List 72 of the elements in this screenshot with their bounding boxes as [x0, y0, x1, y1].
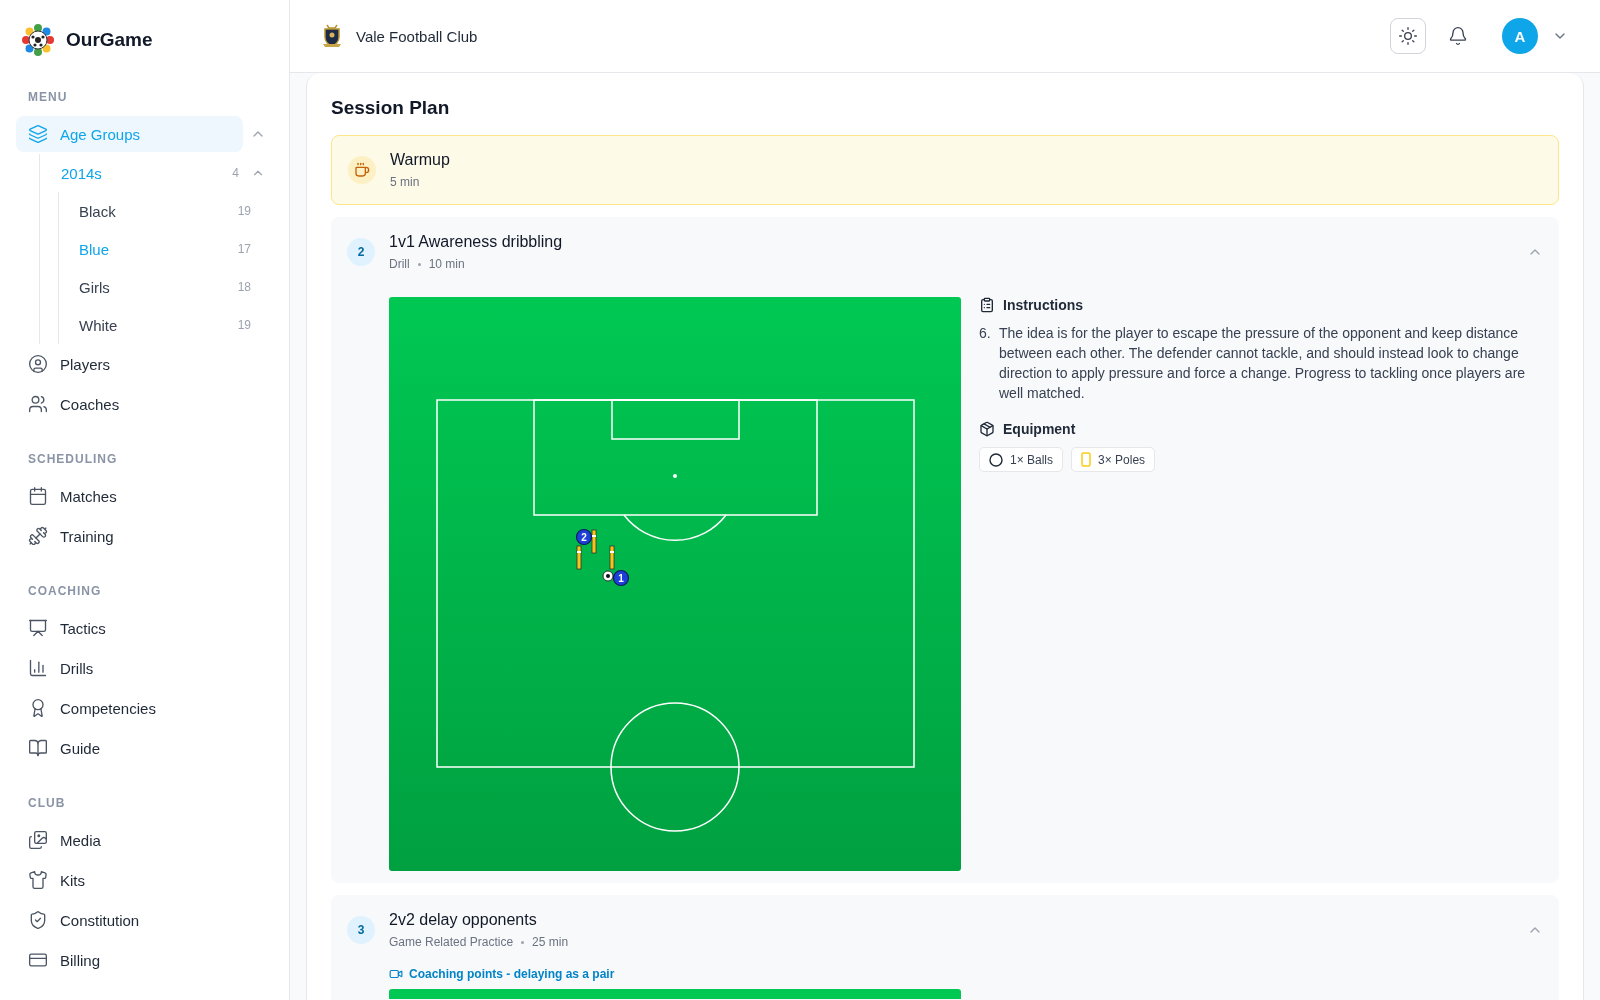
drill-duration: 10 min — [428, 257, 465, 271]
nav-item[interactable]: Training — [16, 518, 273, 554]
user-circle-icon — [28, 354, 48, 374]
nav-item[interactable]: Billing — [16, 942, 273, 978]
drill-number: 3 — [347, 916, 375, 944]
shirt-icon — [28, 870, 48, 890]
drill-number: 2 — [347, 238, 375, 266]
equipment-heading: Equipment — [1003, 421, 1076, 437]
nav-item[interactable]: Tactics — [16, 610, 273, 646]
separator-dot-icon — [521, 940, 525, 944]
calendar-icon — [28, 486, 48, 506]
presentation-board-icon — [28, 618, 48, 638]
ball-icon[interactable] — [602, 570, 614, 582]
instruction-text: The idea is for the player to escape the pressure of the opponent and keep distance between each other. The defender cannot tackle, and should instead look to change direction to apply pressure and force a change. Progress to tackling once players are well matched. — [999, 324, 1527, 403]
count: 19 — [237, 204, 251, 218]
nav-item[interactable]: Players — [16, 346, 273, 382]
bell-icon — [1448, 26, 1468, 46]
drill-title: 1v1 Awareness dribbling — [389, 233, 563, 251]
separator-dot-icon — [417, 262, 421, 266]
package-icon — [979, 421, 995, 437]
drill-type: Drill — [389, 257, 410, 271]
section-title: COACHING — [27, 584, 103, 598]
step-number: 6. — [979, 324, 992, 343]
clipboard-icon — [979, 297, 995, 313]
block-title: Warmup — [390, 151, 450, 169]
video-icon — [389, 967, 403, 981]
nav-item[interactable]: Guide — [16, 730, 273, 766]
section-title: MENU — [27, 90, 69, 104]
section-title: CLUB — [27, 796, 67, 810]
crest-icon — [322, 23, 342, 49]
block-duration: 5 min — [390, 175, 421, 189]
nav-item[interactable]: Media — [16, 822, 273, 858]
count: 18 — [237, 280, 251, 294]
count: 17 — [237, 242, 251, 256]
circle-icon — [989, 452, 1003, 467]
app-name: OurGame — [66, 29, 153, 51]
images-icon — [28, 830, 48, 850]
equipment-chip: 3× Poles — [1071, 447, 1156, 472]
team-item[interactable]: Girls 18 — [59, 268, 273, 306]
nav-item[interactable]: Matches — [16, 478, 273, 514]
nav-item[interactable]: Constitution — [16, 902, 273, 938]
player-number: 1 — [618, 572, 624, 584]
video-link[interactable]: Coaching points - delaying as a pair — [389, 967, 1543, 981]
dumbbell-icon — [28, 526, 48, 546]
drill-duration: 25 min — [532, 935, 569, 949]
bar-chart-icon — [28, 658, 48, 678]
drill-type: Game Related Practice — [389, 935, 514, 949]
count: 4 — [232, 166, 239, 180]
nav-item[interactable]: Kits — [16, 862, 273, 898]
drill-title: 2v2 delay opponents — [389, 911, 538, 929]
equipment-chip: 1× Balls — [979, 447, 1064, 472]
users-icon — [28, 394, 48, 414]
instructions-heading: Instructions — [1003, 297, 1084, 313]
pole-icon — [1081, 452, 1092, 467]
pole-icon[interactable] — [591, 529, 597, 554]
player-number: 2 — [581, 531, 587, 543]
team-item[interactable]: Black 19 — [59, 192, 273, 230]
page-title: Session Plan — [331, 97, 451, 119]
shield-icon — [28, 910, 48, 930]
nav-item[interactable]: Drills — [16, 650, 273, 686]
coffee-icon — [348, 156, 376, 184]
sun-icon — [1398, 26, 1418, 46]
book-icon — [28, 738, 48, 758]
count: 19 — [237, 318, 251, 332]
layers-icon — [28, 124, 48, 144]
team-item[interactable]: White 19 — [59, 306, 273, 344]
nav-item[interactable]: Competencies — [16, 690, 273, 726]
club-name: Vale Football Club — [356, 27, 479, 45]
logo-icon — [22, 24, 54, 56]
theme-toggle-button[interactable] — [1390, 18, 1426, 54]
nav-item[interactable]: Coaches — [16, 386, 273, 422]
section-title: SCHEDULING — [27, 452, 119, 466]
